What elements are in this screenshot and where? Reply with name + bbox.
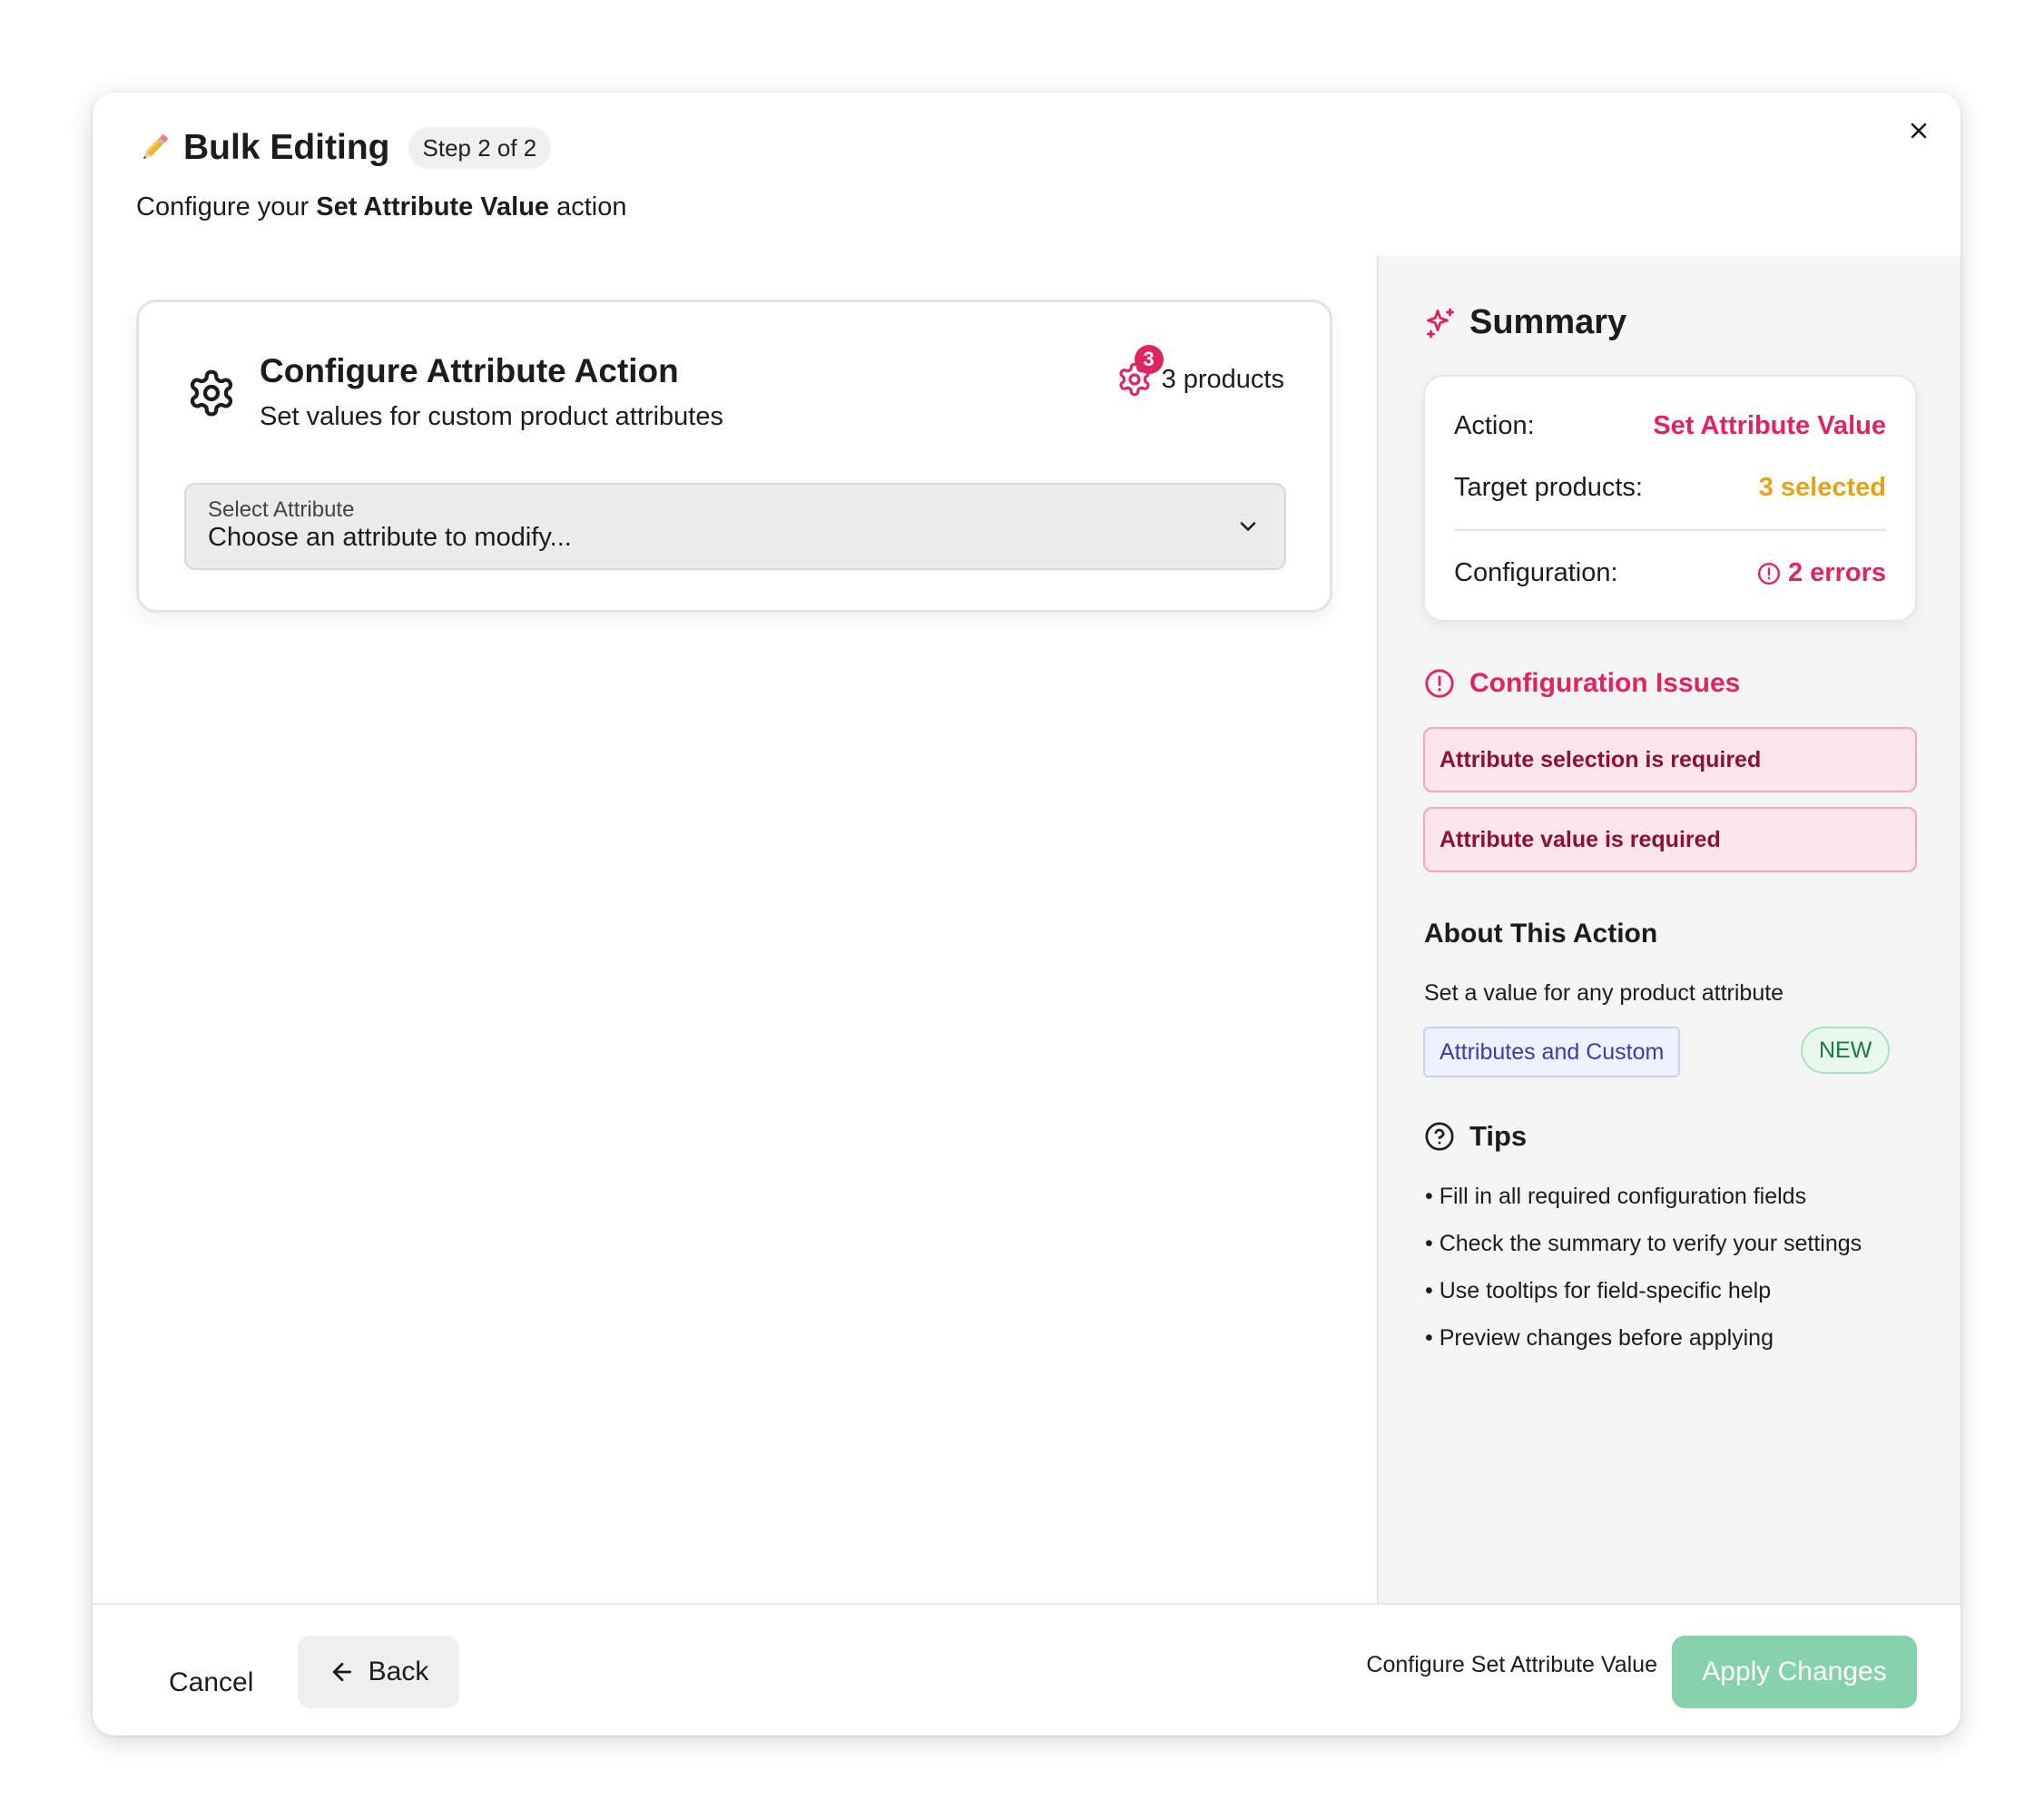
modal-subtitle: Configure your Set Attribute Value actio… (136, 192, 627, 222)
sparkles-icon (1427, 308, 1454, 338)
category-tag: Attributes and Custom (1423, 1027, 1681, 1077)
products-gear-wrap: 3 (1116, 345, 1164, 398)
summary-error-value: 2 errors (1757, 558, 1886, 588)
cancel-button[interactable]: Cancel (142, 1654, 280, 1712)
products-count-badge: 3 (1134, 345, 1164, 374)
close-button[interactable] (1901, 113, 1937, 149)
about-title: About This Action (1424, 919, 1658, 949)
configuration-issues-heading: Configuration Issues (1424, 668, 1740, 699)
issue-item: Attribute value is required (1423, 807, 1917, 872)
subtitle-prefix: Configure your (136, 192, 310, 221)
modal-header: Bulk Editing Step 2 of 2 (136, 127, 552, 169)
arrow-left-icon (332, 1662, 351, 1682)
summary-divider (1454, 529, 1886, 531)
about-description: Set a value for any product attribute (1424, 980, 1784, 1006)
issue-item: Attribute selection is required (1423, 727, 1917, 792)
gear-icon (190, 369, 233, 417)
new-badge: NEW (1801, 1027, 1891, 1074)
tip-item: • Fill in all required configuration fie… (1425, 1184, 1807, 1209)
modal-footer: Cancel Back Configure Set Attribute Valu… (93, 1603, 1960, 1735)
tip-item: • Use tooltips for field-specific help (1425, 1278, 1772, 1303)
help-circle-icon (1425, 1122, 1454, 1151)
tips-title: Tips (1469, 1120, 1528, 1152)
summary-heading: Summary (1424, 303, 1626, 342)
select-attribute-dropdown[interactable]: Select Attribute Choose an attribute to … (184, 483, 1286, 570)
configure-attribute-card: Configure Attribute Action Set values fo… (136, 300, 1332, 613)
step-indicator: Step 2 of 2 (408, 127, 552, 169)
summary-value: 2 errors (1787, 558, 1886, 587)
products-count-indicator: 3 3 products (1116, 345, 1284, 398)
configuration-issues-title: Configuration Issues (1469, 668, 1741, 698)
chevron-down-icon (1240, 522, 1256, 531)
select-attribute-label: Select Attribute (208, 497, 355, 522)
tips-heading: Tips (1424, 1120, 1527, 1153)
close-icon (1911, 123, 1927, 139)
summary-key: Configuration: (1454, 558, 1618, 587)
summary-row-action: Action: Set Attribute Value (1454, 411, 1886, 441)
summary-row-target: Target products: 3 selected (1454, 473, 1886, 503)
pencil-icon (142, 134, 168, 160)
apply-changes-button[interactable]: Apply Changes (1672, 1636, 1917, 1708)
summary-title: Summary (1469, 303, 1627, 341)
select-attribute-placeholder: Choose an attribute to modify... (208, 523, 572, 552)
back-button-label: Back (368, 1657, 429, 1686)
bulk-editing-modal: Bulk Editing Step 2 of 2 Configure your … (93, 93, 1960, 1735)
alert-circle-icon (1757, 562, 1781, 585)
summary-key: Target products: (1454, 473, 1643, 502)
summary-card: Action: Set Attribute Value Target produ… (1423, 375, 1917, 622)
card-title: Configure Attribute Action (260, 352, 679, 389)
products-count-label: 3 products (1161, 364, 1284, 394)
summary-value: 3 selected (1758, 473, 1886, 502)
subtitle-action: Set Attribute Value (316, 192, 550, 221)
footer-hint: Configure Set Attribute Value (1366, 1652, 1657, 1677)
tip-item: • Preview changes before applying (1425, 1325, 1774, 1351)
summary-row-configuration: Configuration: 2 errors (1454, 558, 1886, 588)
summary-value: Set Attribute Value (1653, 411, 1886, 440)
modal-title: Bulk Editing (183, 128, 390, 167)
back-button[interactable]: Back (298, 1636, 459, 1708)
summary-key: Action: (1454, 411, 1535, 440)
tip-item: • Check the summary to verify your setti… (1425, 1231, 1862, 1256)
alert-circle-icon (1425, 669, 1454, 698)
subtitle-suffix: action (556, 192, 627, 221)
card-subtitle: Set values for custom product attributes (260, 402, 723, 431)
